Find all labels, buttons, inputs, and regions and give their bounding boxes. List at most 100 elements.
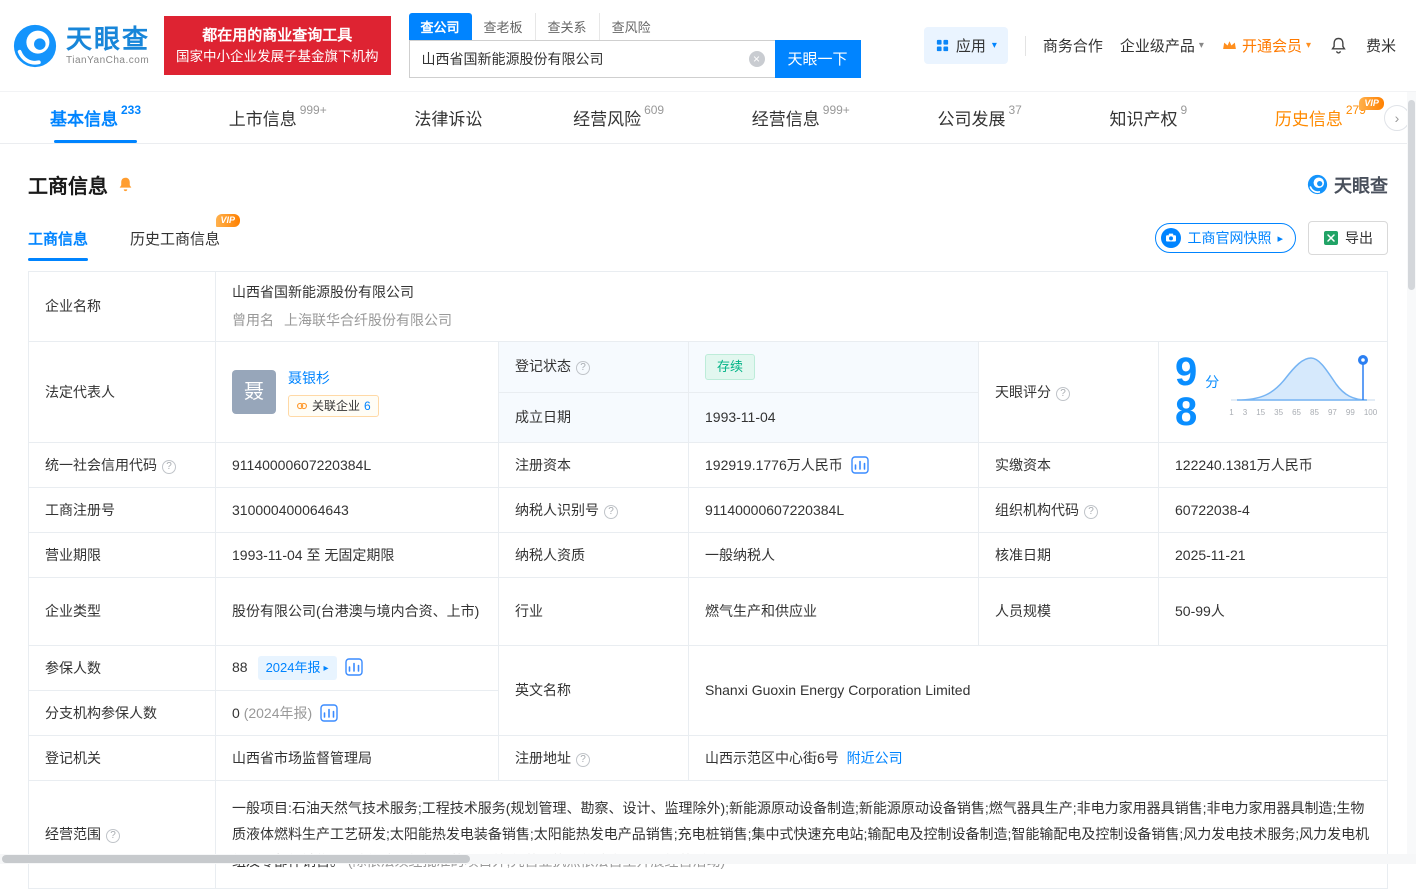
branch-insured-trend-icon[interactable] xyxy=(320,703,338,722)
taxpayer-quality-value: 一般纳税人 xyxy=(688,532,979,578)
company-name: 山西省国新能源股份有限公司 xyxy=(232,284,414,300)
score-value: 98 分 1 3 15 35 65 85 97 99 100 xyxy=(1158,341,1388,443)
arrow-right-icon: ▸ xyxy=(1277,232,1283,245)
subtab-history-business-info[interactable]: 历史工商信息 VIP xyxy=(130,214,241,261)
tab-intellectual-property[interactable]: 知识产权 9 xyxy=(1096,92,1202,143)
tab-label: 公司发展 xyxy=(937,110,1006,129)
score-number: 98 xyxy=(1175,350,1198,434)
establish-date-value: 1993-11-04 xyxy=(688,391,979,443)
search-tab-boss[interactable]: 查老板 xyxy=(472,12,536,40)
vertical-scrollbar[interactable] xyxy=(1407,92,1416,854)
logo-subtitle: TianYanCha.com xyxy=(66,54,150,66)
vip-membership-link[interactable]: 开通会员 ▾ xyxy=(1221,35,1311,56)
search-tab-company[interactable]: 查公司 xyxy=(408,12,472,40)
branch-annual-report-note: (2024年报) xyxy=(243,704,313,721)
score-axis-ticks: 1 3 15 35 65 85 97 99 100 xyxy=(1229,408,1378,417)
search-input[interactable] xyxy=(408,39,775,78)
help-icon[interactable]: ? xyxy=(106,829,120,843)
business-term-value: 1993-11-04 至 无固定期限 xyxy=(215,532,499,578)
tab-basic-info[interactable]: 基本信息 233 xyxy=(36,92,155,143)
legal-rep-value: 聂 聂银杉 关联企业 6 xyxy=(215,341,499,443)
chevron-down-icon: ▾ xyxy=(991,40,997,51)
brand-name: 天眼查 xyxy=(1334,175,1388,196)
biz-coop-link[interactable]: 商务合作 xyxy=(1043,35,1103,56)
logo-text: 天眼查 TianYanCha.com xyxy=(66,26,150,66)
reg-number-label: 工商注册号 xyxy=(28,487,216,533)
export-button[interactable]: 导出 xyxy=(1308,221,1388,255)
approval-date-label: 核准日期 xyxy=(978,532,1159,578)
brand-watermark: 天眼查 xyxy=(1307,172,1388,198)
apps-label: 应用 xyxy=(955,38,986,55)
related-companies-badge[interactable]: 关联企业 6 xyxy=(288,394,379,417)
promo-banner: 都在用的商业查询工具 国家中小企业发展子基金旗下机构 xyxy=(164,15,391,76)
vip-badge: VIP xyxy=(215,214,241,227)
tab-operation-risk[interactable]: 经营风险 609 xyxy=(559,92,678,143)
related-companies-icon xyxy=(297,402,307,409)
search-tab-relation[interactable]: 查关系 xyxy=(536,12,600,40)
branch-insured-count-label: 分支机构参保人数 xyxy=(28,690,216,736)
search-tabs: 查公司 查老板 查关系 查风险 xyxy=(408,12,861,40)
top-header: 天眼查 TianYanCha.com 都在用的商业查询工具 国家中小企业发展子基… xyxy=(0,0,1416,92)
legal-rep-name-link[interactable]: 聂银杉 xyxy=(288,368,330,389)
apps-button[interactable]: 应用 ▾ xyxy=(923,27,1008,64)
search-tab-risk[interactable]: 查风险 xyxy=(600,13,663,40)
official-snapshot-button[interactable]: 工商官网快照 ▸ xyxy=(1155,223,1296,253)
tab-label: 经营风险 xyxy=(573,110,642,129)
related-companies-count: 6 xyxy=(364,398,371,413)
vip-badge: VIP xyxy=(1359,97,1384,110)
help-icon[interactable]: ? xyxy=(604,504,618,519)
subtab-business-info[interactable]: 工商信息 xyxy=(28,228,89,261)
legal-rep-avatar[interactable]: 聂 xyxy=(232,370,276,414)
status-badge: 存续 xyxy=(705,354,756,380)
taxpayer-quality-label: 纳税人资质 xyxy=(498,532,689,578)
tab-listing-info[interactable]: 上市信息 999+ xyxy=(215,92,341,143)
promo-line-2: 国家中小企业发展子基金旗下机构 xyxy=(176,48,379,64)
excel-icon xyxy=(1324,231,1338,245)
insured-trend-icon[interactable] xyxy=(344,658,363,676)
horizontal-scrollbar[interactable] xyxy=(0,854,1416,864)
help-icon[interactable]: ? xyxy=(1056,386,1070,401)
site-logo[interactable]: 天眼查 TianYanCha.com xyxy=(12,23,150,69)
search-block: 查公司 查老板 查关系 查风险 × 天眼一下 xyxy=(408,12,861,78)
clear-icon[interactable]: × xyxy=(748,50,765,67)
insured-count-value: 88 2024年报 ▸ xyxy=(215,645,499,691)
camera-icon xyxy=(1161,228,1182,248)
capital-trend-icon[interactable] xyxy=(851,455,869,474)
notification-bell-icon[interactable] xyxy=(1328,35,1349,56)
enterprise-product-link[interactable]: 企业级产品 ▾ xyxy=(1120,35,1204,56)
company-nav-tabs: 基本信息 233 上市信息 999+ 法律诉讼 经营风险 609 经营信息 99… xyxy=(0,92,1416,144)
tab-company-development[interactable]: 公司发展 37 xyxy=(923,92,1035,143)
subscribe-bell-icon[interactable] xyxy=(116,175,135,194)
tab-label: 历史信息 xyxy=(1274,110,1343,129)
horizontal-scrollbar-thumb[interactable] xyxy=(2,855,470,863)
org-code-value: 60722038-4 xyxy=(1158,487,1388,533)
tab-count: 9 xyxy=(1180,102,1188,117)
tab-operation-info[interactable]: 经营信息 999+ xyxy=(738,92,864,143)
search-button[interactable]: 天眼一下 xyxy=(774,39,861,78)
registered-address-label: 注册地址? xyxy=(498,735,689,781)
english-name-value: Shanxi Guoxin Energy Corporation Limited xyxy=(688,645,1388,736)
tab-legal-litigation[interactable]: 法律诉讼 xyxy=(400,92,499,143)
score-distribution-chart: 1 3 15 35 65 85 97 99 100 xyxy=(1229,352,1377,419)
industry-label: 行业 xyxy=(498,577,689,646)
reg-number-value: 310000400064643 xyxy=(215,487,499,533)
vertical-scrollbar-thumb[interactable] xyxy=(1408,100,1415,290)
score-unit: 分 xyxy=(1205,374,1220,390)
nearby-companies-link[interactable]: 附近公司 xyxy=(847,750,903,766)
crown-icon xyxy=(1223,41,1236,50)
user-menu[interactable]: 费米 xyxy=(1366,35,1396,56)
help-icon[interactable]: ? xyxy=(576,752,590,767)
reg-status-label: 登记状态? xyxy=(498,341,689,393)
help-icon[interactable]: ? xyxy=(576,361,590,376)
tab-history-info[interactable]: 历史信息 279 VIP xyxy=(1261,92,1384,143)
uscc-label: 统一社会信用代码? xyxy=(28,442,216,488)
header-right-menu: 应用 ▾ 商务合作 企业级产品 ▾ 开通会员 ▾ 费米 xyxy=(923,27,1396,64)
main-content: 工商信息 天眼查 工商信息 历史工商信息 VIP 工商官网快照 ▸ 导出 企业名… xyxy=(0,144,1416,889)
help-icon[interactable]: ? xyxy=(162,459,176,474)
related-companies-label: 关联企业 xyxy=(312,398,361,413)
tab-label: 知识产权 xyxy=(1109,110,1178,129)
annual-report-tag[interactable]: 2024年报 ▸ xyxy=(257,656,337,680)
help-icon[interactable]: ? xyxy=(1084,504,1098,519)
section-title: 工商信息 xyxy=(28,176,108,198)
staff-size-label: 人员规模 xyxy=(978,577,1159,646)
